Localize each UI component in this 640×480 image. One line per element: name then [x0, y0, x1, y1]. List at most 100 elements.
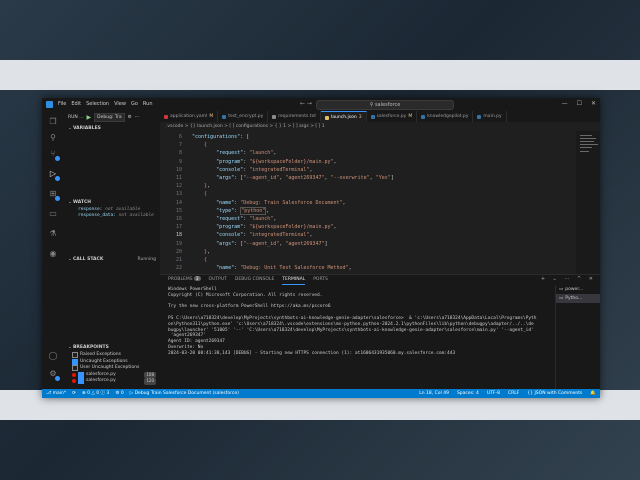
breakpoint-dot-icon: [72, 372, 76, 377]
status-item[interactable]: {} JSON with Comments: [527, 389, 582, 398]
explorer-icon[interactable]: ❐: [48, 117, 58, 127]
checkbox[interactable]: [72, 365, 78, 372]
file-type-icon: [272, 114, 277, 119]
line-code: {: [204, 257, 208, 263]
tab-launch-json[interactable]: launch.json 3: [321, 111, 367, 122]
menu-selection[interactable]: Selection: [86, 101, 109, 107]
file-type-icon: [370, 114, 375, 119]
status-item[interactable]: ⊗ 0 △ 0 ⓘ 3: [82, 389, 109, 398]
checkbox[interactable]: [72, 352, 78, 359]
code-line: 18 "console": "integratedTerminal",: [160, 231, 580, 239]
search-icon[interactable]: ⚲: [48, 133, 58, 143]
breakpoint-line: 120: [144, 378, 156, 385]
breakpoints-header[interactable]: ⌄BREAKPOINTS: [64, 344, 160, 352]
terminal-item-powershell[interactable]: ▭ power...: [556, 285, 600, 294]
terminal-item-python[interactable]: ▭ Pytho...: [556, 294, 600, 303]
settings-gear-icon[interactable]: ⚙: [48, 369, 60, 381]
call-stack-section: ⌄CALL STACK Running: [64, 256, 160, 264]
code-line: 21 {: [160, 256, 580, 264]
status-item[interactable]: Ln 18, Col 49: [419, 389, 449, 398]
command-center[interactable]: ⚲ salesforce: [316, 100, 454, 110]
breadcrumb[interactable]: .vscode > {} launch.json > [ ] configura…: [160, 122, 600, 131]
line-code: "args": ["--agent_id", "agent269347", "-…: [216, 175, 394, 181]
checkbox[interactable]: [72, 358, 78, 365]
debug-toolbar: RUN ... ▶ Debug: Tra ⚙ ⋯: [64, 111, 160, 123]
terminal-output[interactable]: Windows PowerShell Copyright (C) Microsof…: [168, 287, 548, 387]
line-code: "request": "launch",: [216, 216, 277, 222]
editor-tabs: application.yaml Mtest_encrypt.py requirem…: [160, 111, 600, 122]
tab-requirements-txt[interactable]: requirements.txt: [268, 111, 322, 122]
line-number: 12: [175, 183, 182, 190]
terminal-icon: ▭: [559, 296, 564, 301]
debug-config-select[interactable]: Debug: Tra: [94, 112, 125, 122]
tab-ports[interactable]: PORTS: [313, 275, 328, 285]
tab-main-py[interactable]: main.py: [473, 111, 507, 122]
watch-item[interactable]: response_data: not available: [64, 213, 160, 219]
command-center-label: salesforce: [374, 102, 401, 108]
line-number: 13: [175, 191, 182, 198]
tab-application-yaml[interactable]: application.yaml M: [160, 111, 219, 122]
run-debug-icon[interactable]: ▷: [48, 169, 60, 181]
panel-toolbar[interactable]: + ⌄ ⋯ ^ ✕: [541, 276, 596, 282]
status-item[interactable]: 🔔: [590, 389, 596, 398]
checkbox[interactable]: [78, 378, 84, 385]
terminal-line: bugpy\launcher' '51005' '--' 'C:\Users\a…: [168, 327, 534, 333]
status-item[interactable]: CRLF: [508, 389, 519, 398]
minimize-button[interactable]: —: [562, 100, 568, 107]
menu-view[interactable]: View: [114, 101, 126, 107]
tab-salesforce-py[interactable]: salesforce.py M: [367, 111, 418, 122]
status-item[interactable]: ▷ Debug Train Salesforce Document (sales…: [130, 389, 239, 398]
testing-icon[interactable]: ⚗: [48, 229, 58, 239]
variables-header[interactable]: ⌄VARIABLES: [64, 125, 160, 133]
code-editor[interactable]: 6 "configurations": [7 {8 "request": "lau…: [160, 131, 600, 274]
tab-modified-marker: 3: [358, 115, 362, 120]
panel-tabs: PROBLEMS 3 OUTPUT DEBUG CONSOLE TERMINAL…: [160, 275, 600, 285]
tab-knowledgepilot-py[interactable]: knowledgepilot.py: [417, 111, 474, 122]
tab-output[interactable]: OUTPUT: [209, 275, 227, 285]
nav-back-forward[interactable]: ← →: [300, 100, 312, 107]
file-type-icon: [477, 114, 482, 119]
start-debugging-icon[interactable]: ▶: [87, 114, 92, 121]
tab-label: application.yaml: [170, 114, 208, 119]
tab-test-encrypt-py[interactable]: test_encrypt.py: [218, 111, 269, 122]
line-number: 21: [175, 257, 182, 263]
menu-file[interactable]: File: [58, 101, 66, 107]
tab-modified-marker: M: [209, 114, 214, 119]
gear-icon[interactable]: ⚙: [128, 115, 132, 120]
code-line: 17 "program": "${workspaceFolder}/main.p…: [160, 223, 580, 231]
line-code: "program": "${workspaceFolder}/main.py",: [216, 158, 337, 165]
account-icon[interactable]: ◯: [48, 351, 58, 361]
remote-explorer-icon[interactable]: ▭: [48, 209, 58, 219]
source-control-icon[interactable]: ⑂: [48, 149, 60, 161]
line-number: 20: [175, 248, 182, 255]
menu-run[interactable]: Run: [143, 101, 153, 107]
more-icon[interactable]: ⋯: [135, 115, 140, 120]
breakpoint-file[interactable]: salesforce.py 120: [64, 378, 160, 385]
vscode-window: File Edit Selection View Go Run ← → ⚲ sa…: [42, 98, 600, 398]
activity-bar: ❐ ⚲ ⑂ ▷ ⊞ ▭ ⚗ ◉ ◯ ⚙: [42, 111, 65, 389]
tab-problems[interactable]: PROBLEMS 3: [168, 275, 201, 285]
checkbox[interactable]: [78, 371, 84, 378]
status-item[interactable]: ⟳: [72, 389, 76, 398]
close-window-button[interactable]: ✕: [591, 100, 596, 107]
status-item[interactable]: ⚙ 0: [115, 389, 123, 398]
maximize-button[interactable]: ☐: [577, 100, 582, 107]
menu-go[interactable]: Go: [131, 101, 138, 107]
extensions-icon[interactable]: ⊞: [48, 189, 60, 201]
settings-badge: [55, 376, 60, 381]
minimap-stroke: [580, 147, 592, 148]
watch-header[interactable]: ⌄WATCH: [64, 199, 160, 207]
line-number: 22: [175, 265, 182, 272]
breakpoints-section: ⌄BREAKPOINTS Raised Exceptions Uncaught …: [64, 344, 160, 385]
python-icon[interactable]: ◉: [48, 249, 58, 259]
menu-edit[interactable]: Edit: [71, 101, 81, 107]
tab-terminal[interactable]: TERMINAL: [282, 275, 306, 285]
tab-label: main.py: [483, 114, 502, 119]
status-item[interactable]: Spaces: 4: [457, 389, 479, 398]
call-stack-header[interactable]: ⌄CALL STACK Running: [64, 256, 160, 264]
tab-debug-console[interactable]: DEBUG CONSOLE: [235, 275, 274, 285]
line-number: 8: [178, 150, 182, 157]
run-label: RUN ...: [68, 114, 84, 120]
status-item[interactable]: ⎇ main*: [46, 389, 66, 398]
status-item[interactable]: UTF-8: [487, 389, 500, 398]
